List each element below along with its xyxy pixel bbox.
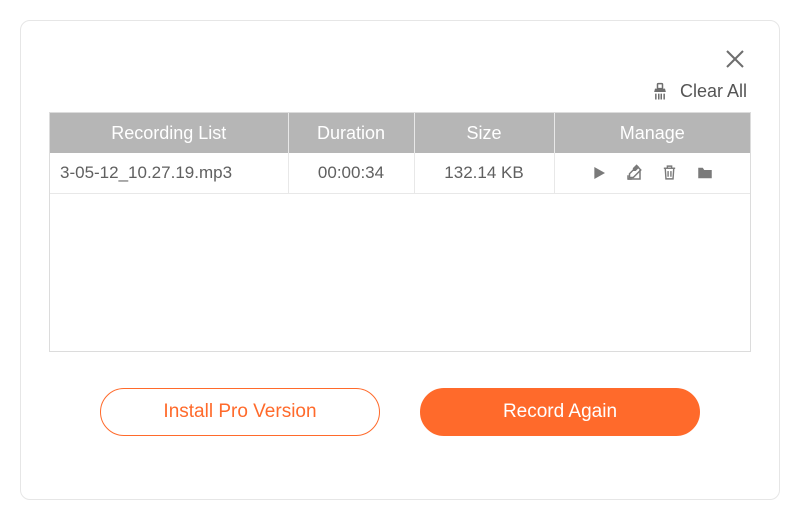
record-again-label: Record Again [503,401,617,423]
recording-table: Recording List Duration Size Manage 3-05… [49,112,751,352]
edit-icon [625,164,643,182]
col-header-duration: Duration [288,113,414,153]
clear-all-button[interactable]: Clear All [49,81,751,102]
button-row: Install Pro Version Record Again [49,388,751,436]
clear-all-label: Clear All [680,81,747,102]
delete-button[interactable] [661,164,678,181]
table-header-row: Recording List Duration Size Manage [50,113,750,153]
col-header-recording-list: Recording List [50,113,288,153]
cell-filename: 3-05-12_10.27.19.mp3 [50,153,288,193]
play-button[interactable] [591,165,607,181]
cell-manage [554,153,750,193]
trash-icon [661,164,678,181]
topbar [49,43,751,75]
brush-icon [650,82,670,102]
open-folder-button[interactable] [696,164,714,182]
col-header-size: Size [414,113,554,153]
install-pro-button[interactable]: Install Pro Version [100,388,380,436]
play-icon [591,165,607,181]
folder-icon [696,164,714,182]
install-pro-label: Install Pro Version [163,401,316,423]
edit-button[interactable] [625,164,643,182]
close-icon [723,47,747,71]
cell-size: 132.14 KB [414,153,554,193]
table-row[interactable]: 3-05-12_10.27.19.mp3 00:00:34 132.14 KB [50,153,750,193]
record-again-button[interactable]: Record Again [420,388,700,436]
cell-duration: 00:00:34 [288,153,414,193]
close-button[interactable] [719,43,751,75]
col-header-manage: Manage [554,113,750,153]
recording-dialog: Clear All Recording List Duration Size M… [20,20,780,500]
